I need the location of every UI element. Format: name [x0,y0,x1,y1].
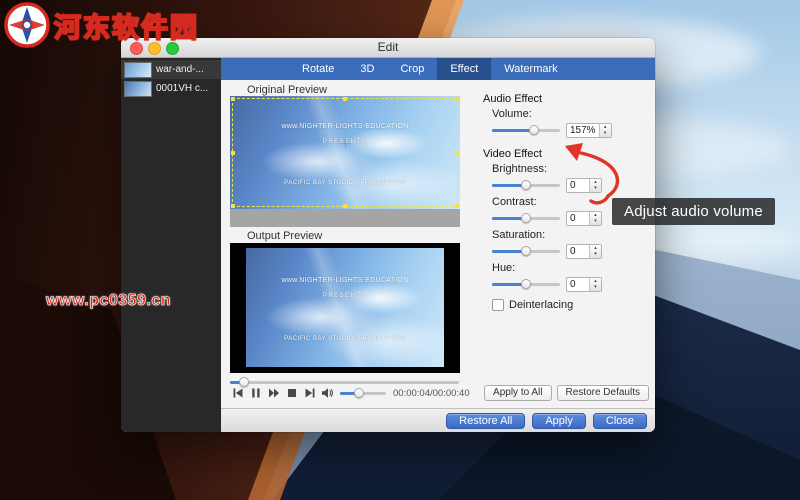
pause-button[interactable] [248,386,263,400]
video-overlay-text: PRESENTS [246,293,444,299]
player-volume-slider[interactable] [340,387,386,399]
clip-label: war-and-... [156,64,204,75]
crop-selection-rect[interactable] [232,98,458,207]
skip-forward-icon [304,387,316,399]
saturation-slider[interactable] [492,245,560,257]
skip-back-button[interactable] [230,386,245,400]
slider-thumb[interactable] [529,125,539,135]
hue-row: 0 ▴ ▾ [492,276,655,292]
watermark-site-name: 河东软件园 [54,6,199,45]
tab-crop[interactable]: Crop [387,58,437,80]
output-preview: www.NIGHTER-LIGHTS-EDUCATION PRESENTS PA… [230,243,460,373]
panel-buttons: Apply to All Restore Defaults [484,385,649,401]
window-title: Edit [121,38,655,57]
restore-defaults-button[interactable]: Restore Defaults [557,385,649,401]
desktop: 河东软件园 www.pc0359.cn Edit war-and-... 000… [0,0,800,500]
output-video-frame: www.NIGHTER-LIGHTS-EDUCATION PRESENTS PA… [246,248,444,366]
stepper[interactable]: ▴ ▾ [589,278,601,291]
slider-thumb[interactable] [521,246,531,256]
saturation-value: 0 [567,245,589,258]
watermark-site-url: www.pc0359.cn [46,292,171,310]
edit-dialog: Edit war-and-... 0001VH c... Rotate 3D C… [121,38,655,432]
apply-button[interactable]: Apply [532,413,586,429]
contrast-spinner[interactable]: 0 ▴ ▾ [566,211,602,226]
watermark-logo: 河东软件园 [4,2,199,48]
main-area: Rotate 3D Crop Effect Watermark Original… [221,58,655,432]
clip-list-item[interactable]: war-and-... [121,60,221,79]
pause-icon [250,387,262,399]
stepper[interactable]: ▴ ▾ [589,212,601,225]
volume-label: Volume: [492,108,655,120]
clip-list-sidebar: war-and-... 0001VH c... [121,58,221,432]
letterbox-bar [230,209,460,227]
crop-center-crosshair-icon [341,139,350,148]
crop-handle[interactable] [231,151,235,155]
slider-thumb[interactable] [521,279,531,289]
tabbar-spacer [221,58,289,80]
close-button[interactable]: Close [593,413,647,429]
fast-forward-button[interactable] [266,386,281,400]
tab-rotate[interactable]: Rotate [289,58,347,80]
saturation-spinner[interactable]: 0 ▴ ▾ [566,244,602,259]
mute-button[interactable] [320,386,335,400]
contrast-slider[interactable] [492,212,560,224]
speaker-icon [321,387,334,399]
deinterlacing-label: Deinterlacing [509,299,573,311]
edit-tabbar: Rotate 3D Crop Effect Watermark [221,58,655,80]
clip-thumbnail [124,62,152,78]
crop-handle[interactable] [231,204,235,208]
annotation-tooltip: Adjust audio volume [612,198,775,225]
crop-handle[interactable] [343,97,347,101]
crop-handle[interactable] [231,97,235,101]
clip-list-item[interactable]: 0001VH c... [121,79,221,98]
saturation-label: Saturation: [492,229,655,241]
slider-thumb[interactable] [521,180,531,190]
slider-thumb[interactable] [521,213,531,223]
clip-label: 0001VH c... [156,83,208,94]
tab-effect[interactable]: Effect [437,58,491,80]
video-overlay-text: PACIFIC BAY STUDIOS PRODUCTION [246,336,444,342]
step-down-icon[interactable]: ▾ [590,284,601,291]
titlebar[interactable]: Edit [121,38,655,58]
stop-button[interactable] [284,386,299,400]
crop-handle[interactable] [455,204,459,208]
tab-watermark[interactable]: Watermark [491,58,570,80]
compass-logo-icon [4,2,50,48]
skip-back-icon [232,387,244,399]
deinterlacing-row: Deinterlacing [492,299,655,311]
hue-spinner[interactable]: 0 ▴ ▾ [566,277,602,292]
slider-thumb[interactable] [354,388,364,398]
crop-handle[interactable] [343,204,347,208]
crop-handle[interactable] [455,151,459,155]
restore-all-button[interactable]: Restore All [446,413,525,429]
step-down-icon[interactable]: ▾ [590,218,601,225]
clip-thumbnail [124,81,152,97]
stepper[interactable]: ▴ ▾ [589,245,601,258]
slider-fill [492,129,534,132]
original-preview-label: Original Preview [247,84,327,96]
hue-label: Hue: [492,262,655,274]
deinterlacing-checkbox[interactable] [492,299,504,311]
hue-slider[interactable] [492,278,560,290]
video-overlay-text: www.NIGHTER-LIGHTS-EDUCATION [246,277,444,284]
output-preview-label: Output Preview [247,230,322,242]
saturation-row: 0 ▴ ▾ [492,243,655,259]
slider-track [230,381,459,384]
fast-forward-icon [268,387,280,399]
hue-value: 0 [567,278,589,291]
tab-3d[interactable]: 3D [347,58,387,80]
step-down-icon[interactable]: ▾ [590,251,601,258]
crop-handle[interactable] [455,97,459,101]
playback-time: 00:00:04/00:00:40 [393,388,470,399]
transport-controls: 00:00:04/00:00:40 [230,386,474,400]
original-preview: www.NIGHTER-LIGHTS-EDUCATION PRESENTS PA… [230,96,460,227]
original-video-frame: www.NIGHTER-LIGHTS-EDUCATION PRESENTS PA… [230,96,460,209]
apply-to-all-button[interactable]: Apply to All [484,385,551,401]
stop-icon [286,387,298,399]
dialog-footer: Restore All Apply Close [221,408,655,432]
skip-forward-button[interactable] [302,386,317,400]
contrast-value: 0 [567,212,589,225]
audio-effect-heading: Audio Effect [483,80,655,105]
preview-column: Original Preview www.NIGHTER-LIGHTS-EDUC… [221,80,471,408]
